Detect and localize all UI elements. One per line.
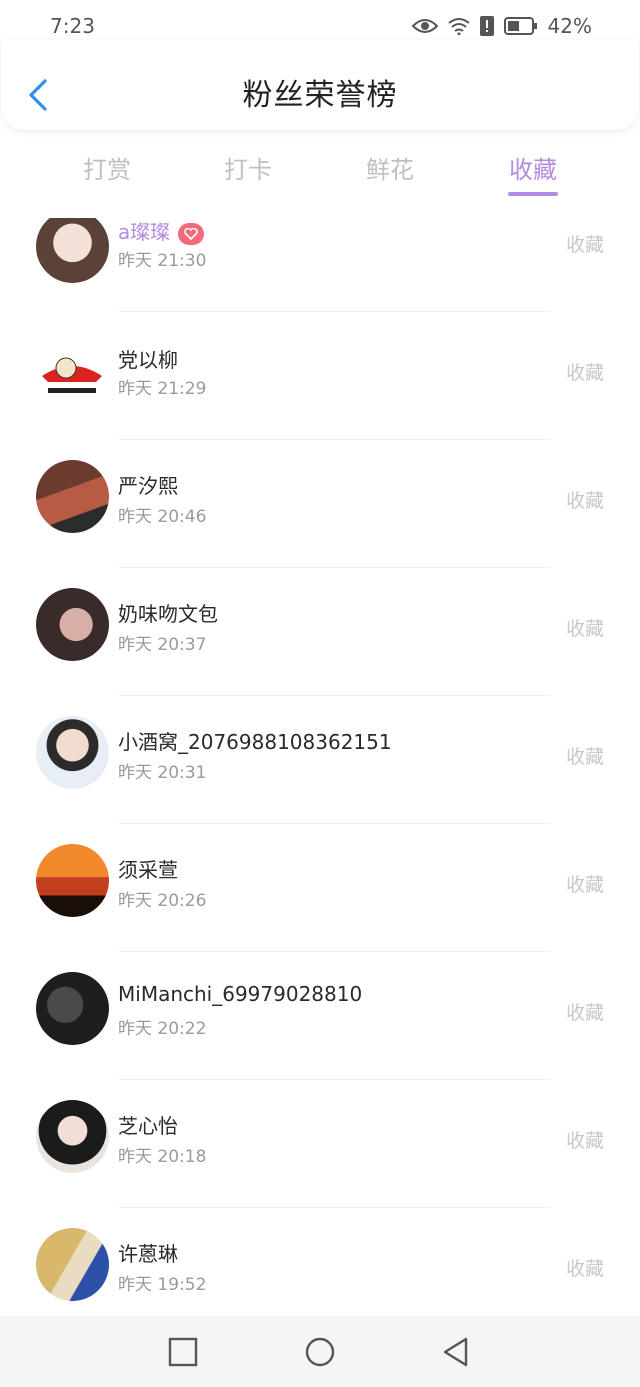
favorite-label: 收藏 xyxy=(565,1002,604,1024)
favorite-time: 昨天 20:46 xyxy=(118,507,207,527)
tab-flowers[interactable]: 鲜花 xyxy=(340,150,440,185)
wifi-icon xyxy=(447,17,470,35)
active-tab-indicator xyxy=(508,192,558,196)
favorite-label: 收藏 xyxy=(565,1130,604,1152)
favorite-label: 收藏 xyxy=(565,618,604,640)
avatar xyxy=(36,218,109,283)
favorite-time: 昨天 20:26 xyxy=(118,891,207,911)
list-item[interactable]: 芝心怡 昨天 20:18 收藏 xyxy=(0,1080,640,1208)
avatar xyxy=(36,588,109,661)
favorite-time: 昨天 21:29 xyxy=(118,379,207,399)
user-name: 党以柳 xyxy=(118,348,178,372)
status-time: 7:23 xyxy=(50,14,95,38)
back-button[interactable] xyxy=(24,78,52,112)
tab-bar: 打赏 打卡 鲜花 收藏 xyxy=(0,140,640,200)
avatar xyxy=(36,1100,109,1173)
favorite-label: 收藏 xyxy=(565,746,604,768)
system-nav-bar xyxy=(0,1316,640,1387)
circle-icon xyxy=(305,1337,335,1367)
favorite-time: 昨天 20:31 xyxy=(118,763,207,783)
avatar xyxy=(36,1228,109,1301)
user-name: MiManchi_69979028810 xyxy=(118,982,363,1006)
user-name: a璨璨 xyxy=(118,218,205,245)
favorite-time: 昨天 19:52 xyxy=(118,1275,207,1295)
tab-favorites[interactable]: 收藏 xyxy=(483,150,583,196)
eye-icon xyxy=(411,17,438,35)
page-title: 粉丝荣誉榜 xyxy=(242,78,398,113)
list-item[interactable]: a璨璨 昨天 21:30 收藏 xyxy=(0,218,640,312)
favorite-label: 收藏 xyxy=(565,1258,604,1280)
user-name: 芝心怡 xyxy=(118,1114,178,1138)
tab-reward[interactable]: 打赏 xyxy=(57,150,157,185)
list-item[interactable]: 小酒窝_2076988108362151 昨天 20:31 收藏 xyxy=(0,696,640,824)
alert-icon xyxy=(479,16,494,36)
tab-checkin[interactable]: 打卡 xyxy=(198,150,298,185)
favorite-time: 昨天 21:30 xyxy=(118,251,207,271)
favorite-time: 昨天 20:22 xyxy=(118,1019,207,1039)
chevron-left-icon xyxy=(29,79,47,111)
user-name: 奶味吻文包 xyxy=(118,602,218,626)
user-name: 须采萱 xyxy=(118,858,178,882)
list-item[interactable]: 许蒽琳 昨天 19:52 收藏 xyxy=(0,1208,640,1316)
header: 粉丝荣誉榜 xyxy=(2,40,638,130)
avatar xyxy=(36,972,109,1045)
square-icon xyxy=(168,1337,198,1367)
home-button[interactable] xyxy=(304,1336,336,1368)
list-item[interactable]: 严汐熙 昨天 20:46 收藏 xyxy=(0,440,640,568)
avatar xyxy=(36,460,109,533)
fan-list: a璨璨 昨天 21:30 收藏 党以柳 昨天 21:29 收藏 严汐熙 昨天 2… xyxy=(0,218,640,1316)
avatar xyxy=(36,338,109,411)
status-icons: 42% xyxy=(411,14,592,38)
list-item[interactable]: 党以柳 昨天 21:29 收藏 xyxy=(0,312,640,440)
favorite-label: 收藏 xyxy=(565,362,604,384)
battery-level: 42% xyxy=(547,14,592,38)
battery-icon xyxy=(503,17,538,35)
recent-apps-button[interactable] xyxy=(167,1336,199,1368)
favorite-time: 昨天 20:37 xyxy=(118,635,207,655)
user-name: 小酒窝_2076988108362151 xyxy=(118,730,392,754)
favorite-label: 收藏 xyxy=(565,874,604,896)
favorite-label: 收藏 xyxy=(565,234,604,256)
avatar xyxy=(36,716,109,789)
favorite-time: 昨天 20:18 xyxy=(118,1147,207,1167)
user-name: 严汐熙 xyxy=(118,474,178,498)
list-item[interactable]: 须采萱 昨天 20:26 收藏 xyxy=(0,824,640,952)
heart-icon xyxy=(178,222,205,245)
list-item[interactable]: 奶味吻文包 昨天 20:37 收藏 xyxy=(0,568,640,696)
triangle-back-icon xyxy=(443,1337,468,1367)
user-name: 许蒽琳 xyxy=(118,1242,178,1266)
back-nav-button[interactable] xyxy=(440,1336,472,1368)
favorite-label: 收藏 xyxy=(565,490,604,512)
list-item[interactable]: MiManchi_69979028810 昨天 20:22 收藏 xyxy=(0,952,640,1080)
avatar xyxy=(36,844,109,917)
